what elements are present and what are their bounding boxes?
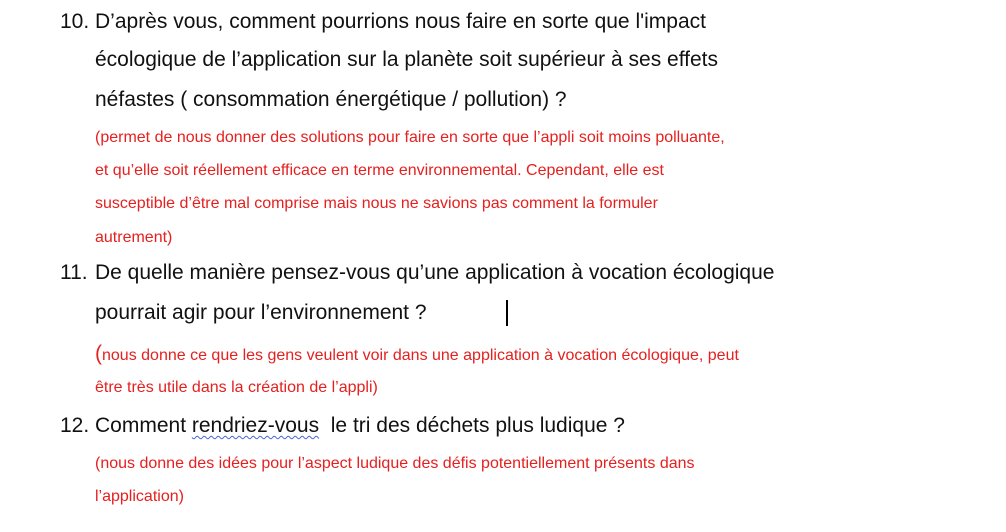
question-12-note-line-1: (nous donne des idées pour l’aspect ludi… (95, 455, 695, 472)
document-page[interactable]: 10. D’après vous, comment pourrions nous… (0, 0, 1006, 532)
question-12-line-1: Comment rendriez-vous le tri des déchets… (95, 414, 625, 438)
question-10-note-line-1: (permet de nous donner des solutions pou… (95, 129, 725, 146)
question-12-line-1-end: le tri des déchets plus ludique ? (319, 414, 625, 437)
question-10-line-3: néfastes ( consommation énergétique / po… (95, 88, 567, 111)
question-10-line-1: D’après vous, comment pourrions nous fai… (95, 10, 706, 33)
question-12-note-line-2: l’application) (95, 488, 184, 505)
question-11-number: 11. (60, 261, 88, 284)
spellcheck-flagged-word[interactable]: rendriez-vous (192, 414, 319, 437)
question-10-note-line-2: et qu’elle soit réellement efficace en t… (95, 162, 664, 179)
question-10-number: 10. (60, 10, 90, 33)
question-12-line-1-start: Comment (95, 414, 192, 437)
question-11-note-line-2: être très utile dans la création de l’ap… (95, 379, 378, 396)
question-11-note-open-paren: ( (95, 342, 102, 365)
question-10-line-2: écologique de l’application sur la planè… (95, 48, 719, 71)
text-cursor (506, 300, 508, 326)
question-10-note-line-3: susceptible d’être mal comprise mais nou… (95, 195, 658, 212)
question-10-note-line-4: autrement) (95, 229, 173, 246)
question-11-line-2: pourrait agir pour l’environnement ? (95, 301, 427, 324)
question-11-note-line-1: (nous donne ce que les gens veulent voir… (95, 342, 739, 366)
question-11-line-1: De quelle manière pensez-vous qu’une app… (95, 261, 775, 284)
question-12-number: 12. (60, 414, 90, 437)
question-11-note-line-1-text: nous donne ce que les gens veulent voir … (102, 347, 739, 364)
